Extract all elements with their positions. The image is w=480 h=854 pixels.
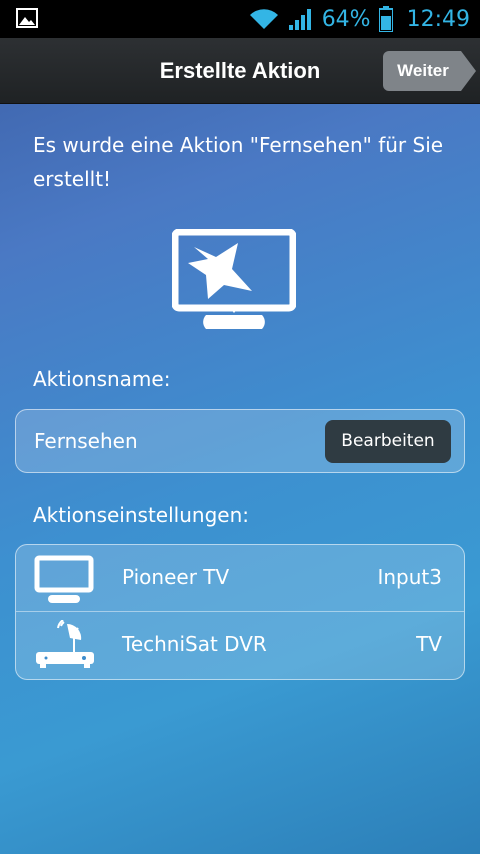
action-name-value: Fernsehen [34, 429, 138, 453]
action-name-label: Aktionsname: [33, 367, 171, 391]
next-button[interactable]: Weiter [383, 51, 476, 91]
tv-icon [34, 555, 94, 603]
clock: 12:49 [406, 6, 470, 32]
device-setting: TV [416, 632, 442, 656]
satellite-receiver-icon [36, 620, 94, 668]
image-icon [16, 8, 38, 28]
status-indicators: 64% 12:49 [248, 0, 470, 38]
battery-percent: 64% [321, 6, 371, 32]
action-name-card: Fernsehen Bearbeiten [15, 409, 465, 473]
next-button-label: Weiter [397, 61, 449, 80]
intro-text: Es wurde eine Aktion "Fernsehen" für Sie… [33, 133, 444, 191]
device-name: Pioneer TV [122, 565, 230, 589]
wifi-icon [249, 9, 278, 29]
action-settings-label: Aktionseinstellungen: [33, 503, 249, 527]
signal-icon [288, 9, 311, 30]
device-setting: Input3 [377, 565, 442, 589]
battery-icon [378, 6, 393, 32]
device-row-technisat-dvr[interactable]: TechniSat DVR TV [16, 612, 464, 679]
device-row-pioneer-tv[interactable]: Pioneer TV Input3 [16, 545, 464, 612]
device-name: TechniSat DVR [122, 632, 267, 656]
action-settings-list: Pioneer TV Input3 TechniSat DVR TV [15, 544, 465, 680]
app-bar: Erstellte Aktion Weiter [0, 38, 480, 104]
edit-button[interactable]: Bearbeiten [325, 420, 451, 463]
tv-star-icon [172, 229, 296, 329]
status-bar: 64% 12:49 [0, 0, 480, 38]
